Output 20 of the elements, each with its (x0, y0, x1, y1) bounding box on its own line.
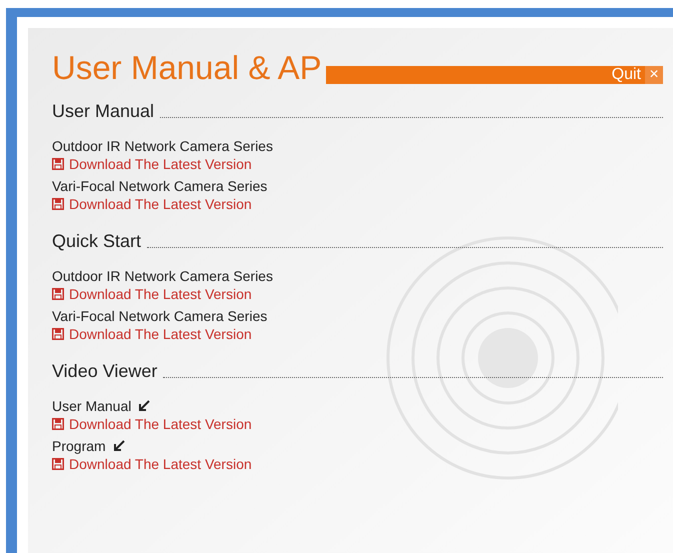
down-left-arrow-icon (112, 439, 126, 453)
product-name: Vari-Focal Network Camera Series (52, 177, 268, 195)
download-link[interactable]: Download The Latest Version (52, 285, 252, 303)
quit-button[interactable]: Quit (610, 66, 643, 84)
download-link[interactable]: Download The Latest Version (52, 195, 252, 213)
download-link[interactable]: Download The Latest Version (52, 155, 252, 173)
download-link[interactable]: Download The Latest Version (52, 455, 252, 473)
section-heading: User Manual (52, 100, 154, 123)
product-name: Program (52, 437, 106, 455)
down-left-arrow-icon (137, 399, 152, 413)
download-link[interactable]: Download The Latest Version (52, 415, 252, 433)
product-name: Outdoor IR Network Camera Series (52, 267, 273, 285)
product-name: Vari-Focal Network Camera Series (52, 307, 268, 325)
close-button[interactable]: × (645, 66, 663, 84)
product-name: User Manual (52, 397, 132, 415)
dialog-title: User Manual & AP (52, 48, 322, 88)
product-name: Outdoor IR Network Camera Series (52, 137, 273, 155)
section-heading: Video Viewer (52, 360, 158, 383)
section-heading: Quick Start (52, 230, 142, 253)
download-link[interactable]: Download The Latest Version (52, 325, 252, 343)
